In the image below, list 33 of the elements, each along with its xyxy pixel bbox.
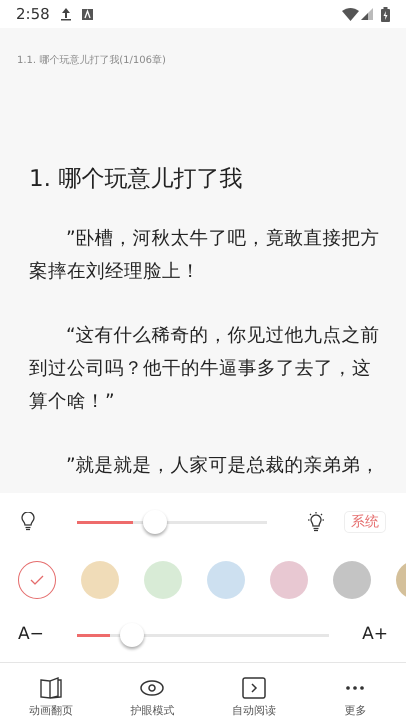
slider-track[interactable] [77, 510, 267, 534]
play-icon [240, 675, 267, 701]
slider-thumb[interactable] [142, 510, 167, 534]
slider-thumb[interactable] [120, 623, 144, 647]
open-book-icon [38, 675, 64, 701]
paragraph: “这有什么稀奇的，你见过他九点之前到过公司吗？他干的牛逼事多了去了，这算个啥！” [29, 324, 381, 414]
chapter-title: 1. 哪个玩意儿打了我 [29, 165, 244, 194]
paragraph: ”就是就是，人家可是总裁的亲弟弟， [65, 454, 381, 478]
background-swatch[interactable] [81, 561, 119, 599]
wifi-icon [342, 8, 359, 20]
battery-icon [381, 6, 390, 22]
background-swatch[interactable] [207, 561, 245, 599]
slider-track[interactable] [77, 623, 329, 647]
font-increase-button[interactable]: A+ [362, 622, 388, 648]
more-icon [346, 686, 364, 690]
background-swatch[interactable] [333, 561, 371, 599]
bright-bulb-icon [305, 510, 327, 532]
paragraph: ”卧槽，河秋太牛了吧，竟敢直接把方案摔在刘经理脸上！ [29, 227, 381, 284]
background-swatch[interactable] [144, 561, 182, 599]
signal-icon [361, 8, 373, 20]
nav-item[interactable]: 自动阅读 [203, 675, 304, 720]
font-decrease-button[interactable]: A− [18, 622, 58, 648]
chapter-info: 1.1. 哪个玩意儿打了我(1/106章) [17, 54, 167, 68]
status-time: 2:58 [16, 4, 50, 25]
upload-icon [60, 7, 72, 21]
check-icon [30, 575, 44, 585]
nav-item[interactable]: 更多 [304, 675, 406, 720]
nav-item[interactable]: 动画翻页 [0, 675, 102, 720]
app-notification-icon [82, 8, 93, 20]
nav-item[interactable]: 护眼模式 [102, 675, 203, 720]
background-swatch[interactable] [270, 561, 308, 599]
background-swatch[interactable] [18, 561, 56, 599]
dim-bulb-icon [21, 512, 35, 531]
